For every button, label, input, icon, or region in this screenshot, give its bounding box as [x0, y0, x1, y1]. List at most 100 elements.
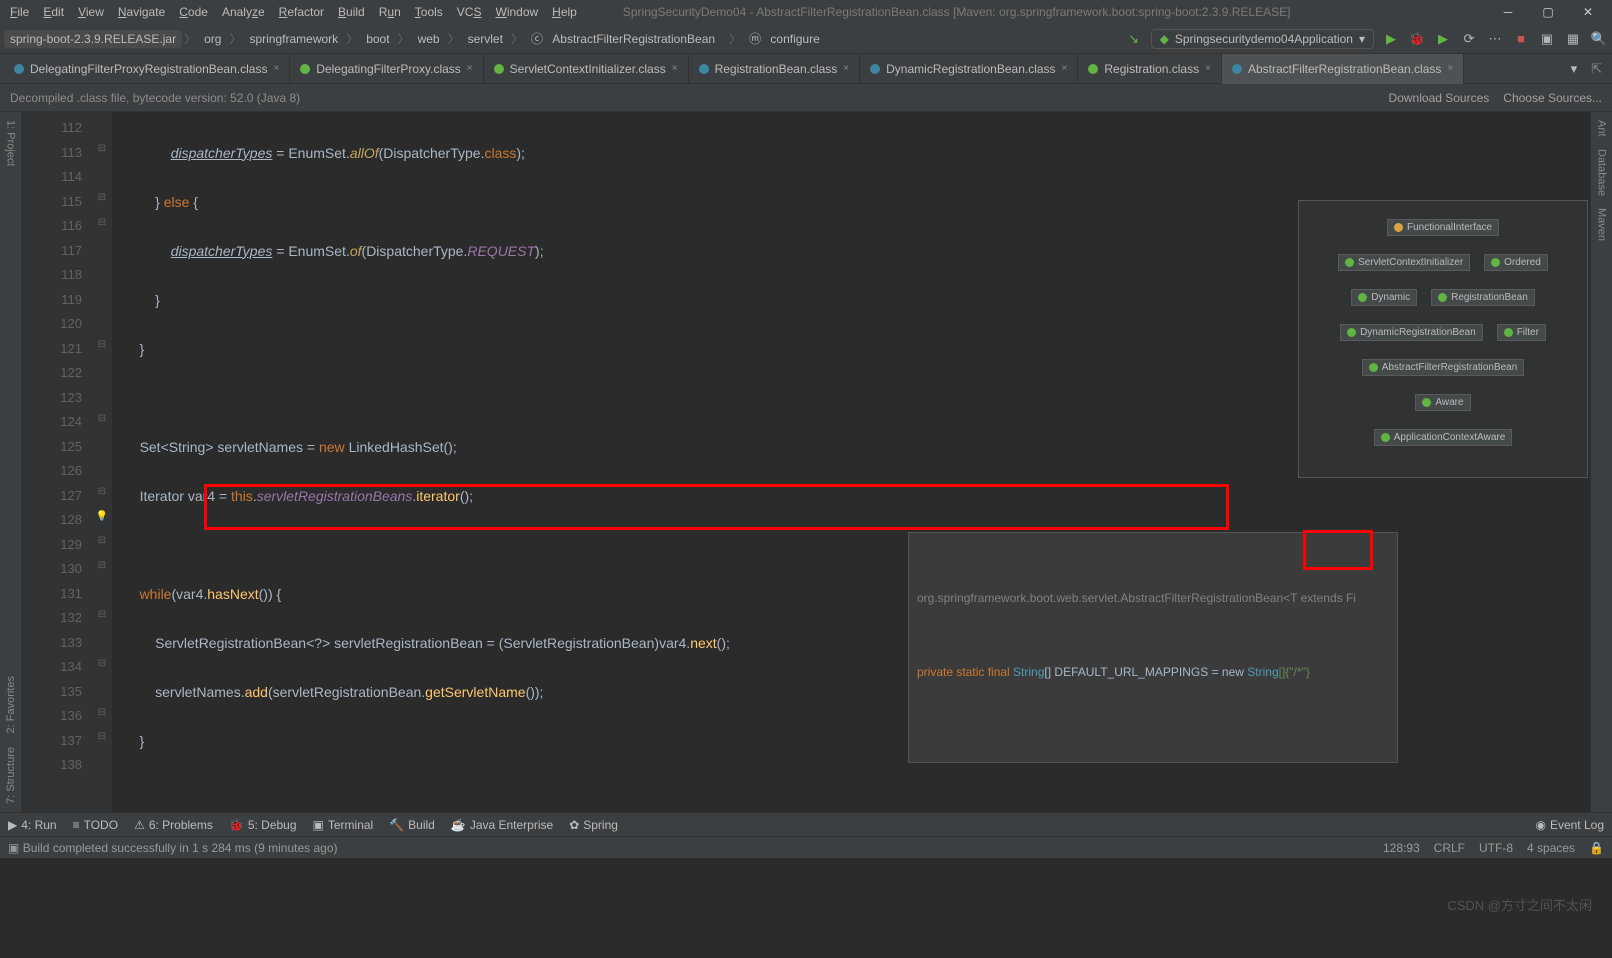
status-lock-icon[interactable]: 🔒 [1589, 841, 1604, 855]
crumb-boot[interactable]: boot [360, 30, 395, 48]
crumb-method[interactable]: ⓜ configure [743, 28, 832, 49]
line-number[interactable]: 116 [26, 214, 82, 239]
line-number[interactable]: 120 [26, 312, 82, 337]
tool-todo[interactable]: ≡ TODO [73, 818, 118, 832]
line-number[interactable]: 112 [26, 116, 82, 141]
line-number[interactable]: 114 [26, 165, 82, 190]
profile-icon[interactable]: ⟳ [1460, 30, 1478, 48]
line-number[interactable]: 137 [26, 729, 82, 754]
hier-node-aca[interactable]: ApplicationContextAware [1374, 429, 1513, 446]
run-icon[interactable]: ▶ [1382, 30, 1400, 48]
status-indent[interactable]: 4 spaces [1527, 841, 1575, 855]
crumb-class[interactable]: ⓒ AbstractFilterRegistrationBean [525, 28, 727, 49]
menu-navigate[interactable]: Navigate [112, 3, 171, 21]
hier-node-afrb[interactable]: AbstractFilterRegistrationBean [1362, 359, 1525, 376]
menu-help[interactable]: Help [546, 3, 583, 21]
crumb-springframework[interactable]: springframework [243, 30, 344, 48]
menu-code[interactable]: Code [173, 3, 214, 21]
menu-tools[interactable]: Tools [409, 3, 449, 21]
stop-icon[interactable]: ■ [1512, 30, 1530, 48]
line-number[interactable]: 136 [26, 704, 82, 729]
event-log[interactable]: ◉ Event Log [1535, 818, 1604, 832]
banner-download-link[interactable]: Download Sources [1389, 91, 1490, 105]
tab-4[interactable]: DynamicRegistrationBean.class× [860, 54, 1078, 84]
tool-spring[interactable]: ✿ Spring [569, 818, 618, 832]
right-tool-stripe[interactable]: Ant Database Maven [1590, 112, 1612, 812]
tab-5[interactable]: Registration.class× [1078, 54, 1222, 84]
status-position[interactable]: 128:93 [1383, 841, 1420, 855]
git-icon[interactable]: ▦ [1564, 30, 1582, 48]
menu-window[interactable]: Window [489, 3, 544, 21]
intention-bulb-icon[interactable]: 💡 [92, 504, 112, 529]
crumb-web[interactable]: web [412, 30, 446, 48]
line-number[interactable]: 125 [26, 435, 82, 460]
hier-node-aware[interactable]: Aware [1415, 394, 1470, 411]
tool-terminal[interactable]: ▣ Terminal [313, 818, 374, 832]
tabs-expand-icon[interactable]: ⇱ [1585, 61, 1608, 77]
line-number[interactable]: 130 [26, 557, 82, 582]
tool-problems[interactable]: ⚠ 6: Problems [134, 818, 213, 832]
line-number[interactable]: 128 [26, 508, 82, 533]
hier-node-dynamic[interactable]: Dynamic [1351, 289, 1417, 306]
build-hammer-icon[interactable]: ↘ [1125, 30, 1143, 48]
crumb-servlet[interactable]: servlet [462, 30, 509, 48]
hier-node-functional[interactable]: FunctionalInterface [1387, 219, 1499, 236]
tool-debug[interactable]: 🐞 5: Debug [229, 818, 297, 832]
menu-view[interactable]: View [72, 3, 110, 21]
line-number[interactable]: 126 [26, 459, 82, 484]
tool-build[interactable]: 🔨 Build [389, 818, 435, 832]
status-line-sep[interactable]: CRLF [1434, 841, 1465, 855]
project-tool[interactable]: 1: Project [5, 120, 17, 166]
status-encoding[interactable]: UTF-8 [1479, 841, 1513, 855]
menu-analyze[interactable]: Analyze [216, 3, 271, 21]
menu-vcs[interactable]: VCS [451, 3, 488, 21]
crumb-jar[interactable]: spring-boot-2.3.9.RELEASE.jar [4, 30, 182, 48]
tabs-more-icon[interactable]: ▾ [1563, 61, 1586, 77]
line-number[interactable]: 115 [26, 190, 82, 215]
hier-node-sci[interactable]: ServletContextInitializer [1338, 254, 1470, 271]
left-tool-stripe-lower[interactable]: 2: Favorites 7: Structure [0, 452, 22, 812]
run-config-selector[interactable]: ◆ Springsecuritydemo04Application ▾ [1151, 29, 1374, 49]
menu-file[interactable]: File [4, 3, 35, 21]
window-close[interactable]: ✕ [1568, 0, 1608, 24]
line-number[interactable]: 122 [26, 361, 82, 386]
line-number[interactable]: 132 [26, 606, 82, 631]
banner-choose-link[interactable]: Choose Sources... [1503, 91, 1602, 105]
line-number[interactable]: 138 [26, 753, 82, 778]
coverage-icon[interactable]: ▶ [1434, 30, 1452, 48]
line-number[interactable]: 119 [26, 288, 82, 313]
tab-6[interactable]: AbstractFilterRegistrationBean.class× [1222, 54, 1464, 84]
database-tool[interactable]: Database [1596, 149, 1608, 196]
tool-java-enterprise[interactable]: ☕ Java Enterprise [451, 818, 553, 832]
line-number[interactable]: 129 [26, 533, 82, 558]
line-number[interactable]: 131 [26, 582, 82, 607]
menu-run[interactable]: Run [373, 3, 407, 21]
menu-build[interactable]: Build [332, 3, 371, 21]
line-number[interactable]: 113 [26, 141, 82, 166]
tool-run[interactable]: ▶ 4: Run [8, 818, 57, 832]
window-maximize[interactable]: ▢ [1528, 0, 1568, 24]
search-icon[interactable]: 🔍 [1590, 30, 1608, 48]
structure-tool[interactable]: 7: Structure [5, 747, 17, 804]
ant-tool[interactable]: Ant [1596, 120, 1608, 137]
line-number[interactable]: 133 [26, 631, 82, 656]
line-number[interactable]: 134 [26, 655, 82, 680]
update-icon[interactable]: ▣ [1538, 30, 1556, 48]
line-number[interactable]: 127 [26, 484, 82, 509]
hier-node-filter[interactable]: Filter [1497, 324, 1546, 341]
line-number[interactable]: 118 [26, 263, 82, 288]
line-number[interactable]: 135 [26, 680, 82, 705]
hier-node-regbean[interactable]: RegistrationBean [1431, 289, 1535, 306]
window-minimize[interactable]: ─ [1488, 0, 1528, 24]
favorites-tool[interactable]: 2: Favorites [5, 676, 17, 733]
line-number[interactable]: 121 [26, 337, 82, 362]
tab-0[interactable]: DelegatingFilterProxyRegistrationBean.cl… [4, 54, 290, 84]
maven-tool[interactable]: Maven [1596, 208, 1608, 241]
attach-icon[interactable]: ⋯ [1486, 30, 1504, 48]
tab-2[interactable]: ServletContextInitializer.class× [484, 54, 689, 84]
line-number[interactable]: 117 [26, 239, 82, 264]
tab-3[interactable]: RegistrationBean.class× [689, 54, 861, 84]
crumb-org[interactable]: org [198, 30, 227, 48]
hier-node-dynregbean[interactable]: DynamicRegistrationBean [1340, 324, 1483, 341]
menu-refactor[interactable]: Refactor [273, 3, 330, 21]
